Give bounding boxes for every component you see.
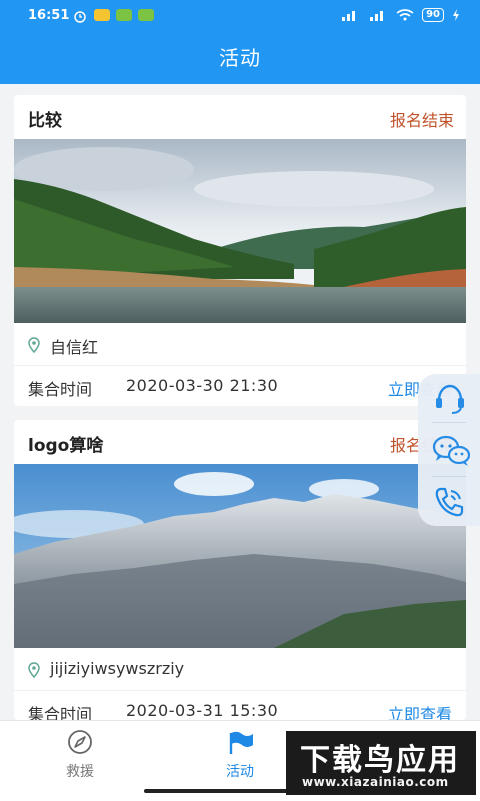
tab-rescue[interactable]: 救援 — [40, 729, 120, 781]
location-pin-icon — [28, 662, 40, 678]
registration-status: 报名结束 — [389, 111, 454, 130]
status-time: 16:51 — [28, 8, 70, 23]
location-text: 自信红 — [50, 338, 99, 357]
location-row: 自信红 — [14, 323, 466, 366]
alarm-icon — [74, 11, 86, 23]
location-row: jijiziyiwsywszrziy — [14, 648, 466, 691]
signal-icon-2 — [370, 11, 384, 21]
card-header: logo算啥 报名结束 — [14, 420, 466, 464]
location-text: jijiziyiwsywszrziy — [50, 659, 185, 678]
signal-icon — [342, 11, 356, 21]
flag-icon — [229, 731, 253, 754]
watermark-text: 下载鸟应用 — [300, 743, 460, 778]
headset-icon[interactable] — [432, 382, 468, 416]
divider — [432, 476, 466, 477]
status-bar: 16:51 90 — [0, 0, 480, 32]
divider — [432, 422, 466, 423]
phone-icon[interactable] — [432, 486, 466, 518]
meet-time-label: 集合时间 — [28, 380, 93, 399]
meet-time-row: 集合时间 2020-03-30 21:30 立即查看 — [14, 366, 466, 406]
activity-photo[interactable] — [14, 464, 466, 648]
message-notification-icon — [94, 9, 110, 21]
charging-icon — [453, 9, 459, 21]
watermark-url: www.xiazainiao.com — [302, 775, 449, 789]
wechat-icon[interactable] — [432, 434, 472, 468]
activity-title: 比较 — [28, 111, 62, 131]
tab-label: 救援 — [66, 764, 94, 780]
tab-activity[interactable]: 活动 — [200, 729, 280, 781]
app-notification-icon — [116, 9, 132, 21]
activity-title: logo算啥 — [28, 436, 104, 456]
notification-icons — [72, 9, 154, 23]
location-pin-icon — [28, 337, 40, 353]
status-right: 90 — [340, 8, 460, 22]
view-now-link[interactable]: 立即查看 — [388, 701, 452, 720]
floating-contact-bar — [418, 374, 480, 526]
wifi-icon — [396, 9, 414, 21]
app-bar: 16:51 90 活动 — [0, 0, 480, 84]
meet-time-value: 2020-03-31 15:30 — [126, 701, 279, 720]
app-notification-icon-2 — [138, 9, 154, 21]
activity-card[interactable]: 比较 报名结束 自信红 集合时间 2020-03-30 21:30 立即查看 — [14, 95, 466, 406]
activity-card[interactable]: logo算啥 报名结束 jijiziyiwsywszrziy 集合时间 2020… — [14, 420, 466, 720]
page-title: 活动 — [219, 46, 261, 70]
meet-time-row: 集合时间 2020-03-31 15:30 立即查看 — [14, 691, 466, 720]
battery-indicator: 90 — [422, 8, 444, 22]
meet-time-value: 2020-03-30 21:30 — [126, 376, 279, 395]
tab-label: 活动 — [226, 764, 254, 780]
watermark-logo: 下载鸟应用 www.xiazainiao.com — [286, 731, 476, 795]
compass-icon — [68, 730, 92, 754]
activity-photo[interactable] — [14, 139, 466, 323]
card-header: 比较 报名结束 — [14, 95, 466, 139]
meet-time-label: 集合时间 — [28, 705, 93, 720]
